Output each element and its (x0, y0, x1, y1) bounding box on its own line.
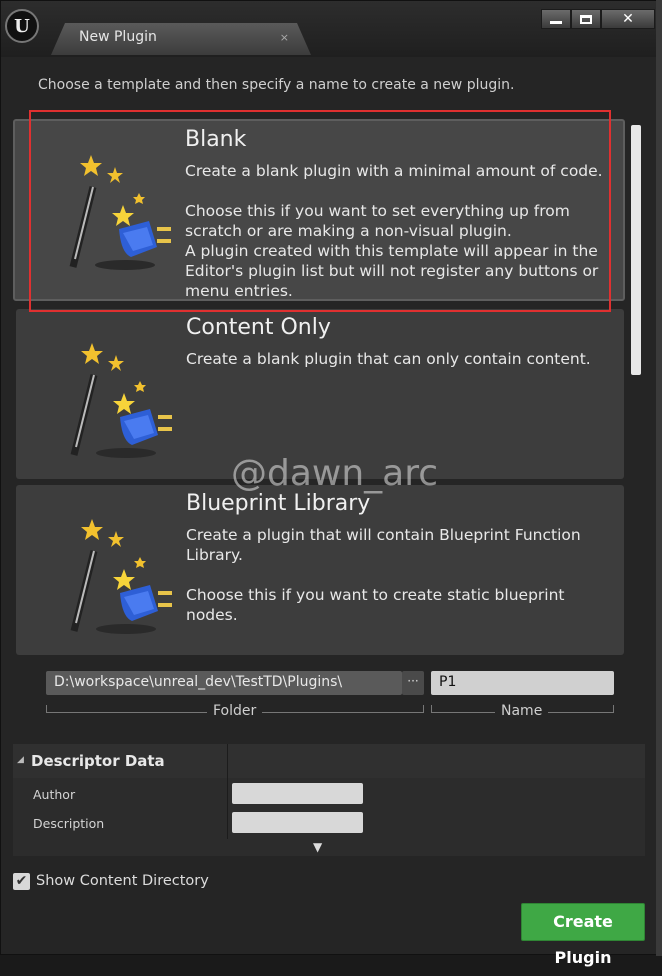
template-list-scrollbar[interactable] (631, 125, 641, 375)
tab-new-plugin[interactable]: New Plugin × (51, 23, 311, 55)
minimize-icon (550, 20, 562, 24)
collapse-caret-icon[interactable]: ◢ (17, 755, 24, 765)
template-card-content-only[interactable]: Content Only Create a blank plugin that … (16, 309, 624, 479)
template-card-blank[interactable]: Blank Create a blank plugin with a minim… (13, 119, 625, 301)
window-controls: ✕ (541, 9, 655, 29)
maximize-button[interactable] (571, 9, 601, 29)
new-plugin-window: U New Plugin × ✕ Choose a template and t… (0, 0, 658, 967)
minimize-button[interactable] (541, 9, 571, 29)
template-description: Create a blank plugin with a minimal amo… (185, 162, 603, 300)
close-icon: ✕ (622, 11, 634, 27)
template-list: Blank Create a blank plugin with a minim… (13, 119, 641, 709)
descriptor-title: Descriptor Data (31, 752, 165, 770)
template-card-blueprint-library[interactable]: Blueprint Library Create a plugin that w… (16, 485, 624, 655)
descriptor-header[interactable]: ◢ Descriptor Data (13, 744, 645, 778)
property-row-author: Author (13, 780, 645, 809)
template-description: Create a plugin that will contain Bluepr… (186, 526, 581, 624)
checkmark-icon[interactable]: ✔ (13, 872, 30, 890)
author-field[interactable] (232, 783, 363, 804)
close-button[interactable]: ✕ (601, 9, 655, 29)
descriptor-data-panel: ◢ Descriptor Data Author Description ▼ (13, 744, 645, 856)
browse-folder-button[interactable]: ··· (402, 671, 424, 695)
name-label: Name (495, 703, 549, 719)
maximize-icon (580, 14, 592, 24)
plugin-name-input[interactable]: P1 (431, 671, 614, 695)
background-edge (656, 0, 662, 956)
folder-path-input[interactable]: D:\workspace\unreal_dev\TestTD\Plugins\ (46, 671, 402, 695)
template-title: Blank (185, 127, 247, 152)
tab-close-icon[interactable]: × (280, 31, 289, 44)
magic-wand-plug-icon (70, 343, 172, 458)
property-label: Description (33, 816, 105, 831)
template-description: Create a blank plugin that can only cont… (186, 350, 591, 368)
template-title: Blueprint Library (186, 491, 371, 516)
expand-advanced-icon[interactable]: ▼ (313, 840, 322, 854)
title-bar[interactable]: U New Plugin × ✕ (1, 1, 657, 57)
dialog-content: Choose a template and then specify a nam… (1, 57, 657, 967)
create-plugin-button[interactable]: Create Plugin (521, 903, 645, 967)
show-content-label: Show Content Directory (36, 873, 209, 889)
show-content-directory-toggle[interactable]: ✔ Show Content Directory (13, 871, 209, 891)
template-title: Content Only (186, 315, 331, 340)
magic-wand-plug-icon (69, 155, 171, 270)
property-label: Author (33, 787, 76, 802)
magic-wand-plug-icon (70, 519, 172, 634)
property-row-description: Description (13, 809, 645, 838)
folder-label: Folder (207, 703, 263, 719)
instructions-text: Choose a template and then specify a nam… (38, 77, 515, 93)
unreal-logo-icon: U (5, 9, 39, 43)
tab-label: New Plugin (79, 29, 157, 45)
description-field[interactable] (232, 812, 363, 833)
